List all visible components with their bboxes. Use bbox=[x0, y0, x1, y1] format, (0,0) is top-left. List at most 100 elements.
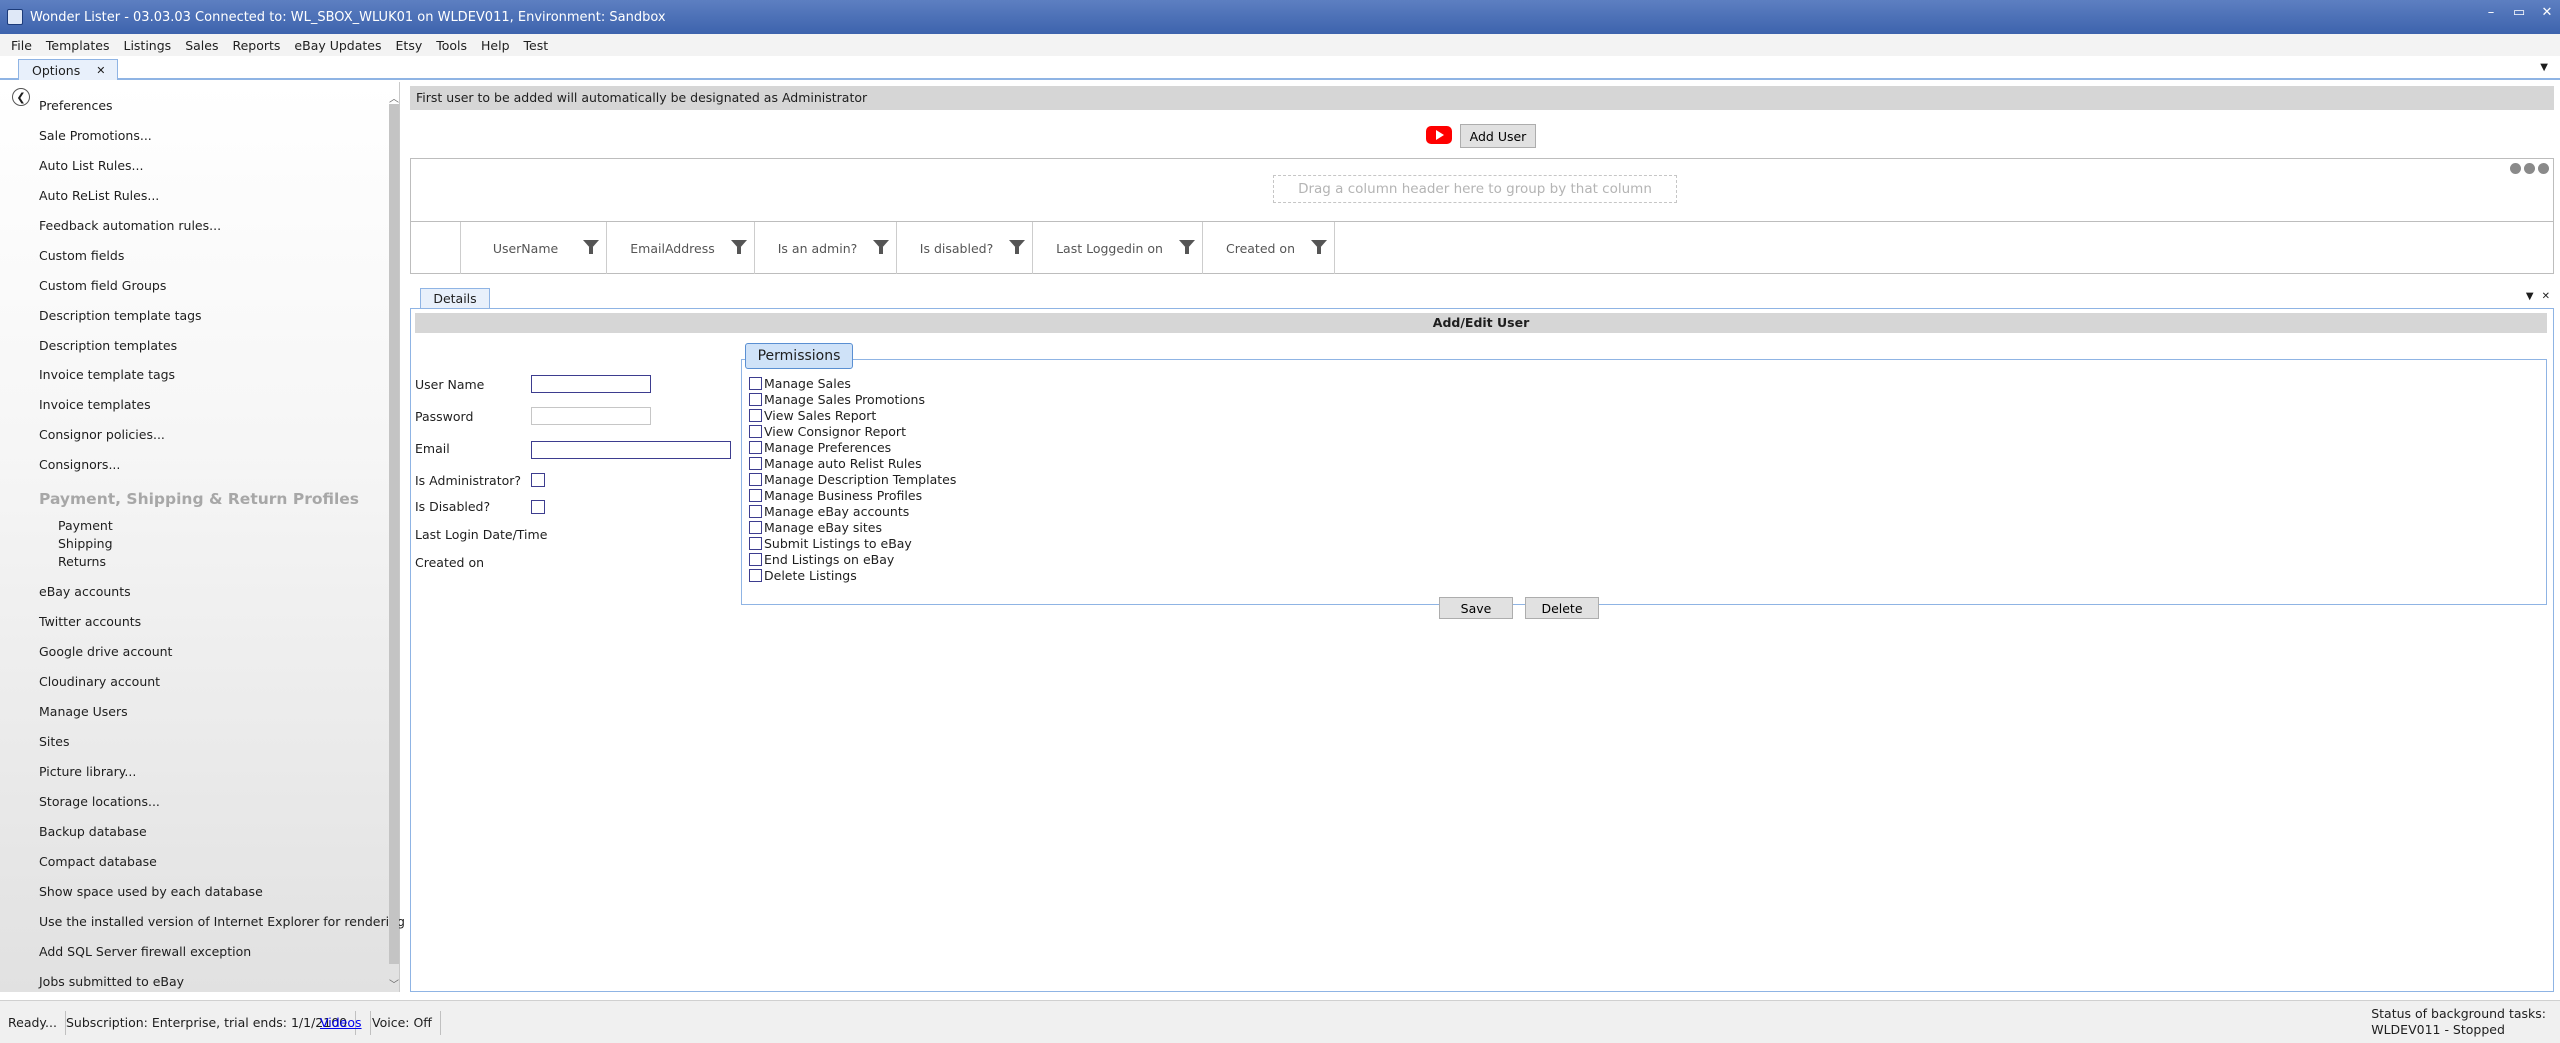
permission-manage-sales[interactable]: Manage Sales bbox=[749, 375, 851, 391]
sidebar-item-manage-users[interactable]: Manage Users bbox=[39, 704, 128, 719]
videos-link[interactable]: Videos bbox=[320, 1015, 362, 1030]
is-admin-checkbox[interactable] bbox=[531, 473, 545, 487]
menu-ebay-updates[interactable]: eBay Updates bbox=[287, 38, 388, 53]
more-options-icon[interactable] bbox=[2510, 163, 2549, 174]
permission-checkbox[interactable] bbox=[749, 376, 762, 390]
permission-manage-auto-relist-rules[interactable]: Manage auto Relist Rules bbox=[749, 455, 922, 471]
sidebar-item-shipping[interactable]: Shipping bbox=[58, 536, 113, 551]
youtube-video-icon[interactable] bbox=[1426, 126, 1452, 144]
permission-checkbox[interactable] bbox=[749, 440, 762, 454]
menu-templates[interactable]: Templates bbox=[39, 38, 117, 53]
menu-test[interactable]: Test bbox=[517, 38, 556, 53]
restore-button[interactable]: ▭ bbox=[2512, 5, 2526, 20]
sidebar-item-jobs-submitted[interactable]: Jobs submitted to eBay bbox=[39, 974, 184, 989]
email-field[interactable] bbox=[531, 441, 731, 459]
column-header-is-admin[interactable]: Is an admin? bbox=[755, 222, 897, 274]
menu-etsy[interactable]: Etsy bbox=[389, 38, 430, 53]
permission-checkbox[interactable] bbox=[749, 552, 762, 566]
group-by-drop-zone[interactable]: Drag a column header here to group by th… bbox=[1273, 175, 1677, 203]
close-icon[interactable]: ✕ bbox=[2542, 291, 2550, 302]
filter-icon[interactable] bbox=[1311, 240, 1327, 254]
permission-manage-description-templates[interactable]: Manage Description Templates bbox=[749, 471, 956, 487]
permission-submit-listings[interactable]: Submit Listings to eBay bbox=[749, 535, 912, 551]
sidebar-item-sale-promotions[interactable]: Sale Promotions... bbox=[39, 128, 152, 143]
sidebar-item-cloudinary[interactable]: Cloudinary account bbox=[39, 674, 160, 689]
menu-listings[interactable]: Listings bbox=[116, 38, 178, 53]
permission-checkbox[interactable] bbox=[749, 536, 762, 550]
permission-checkbox[interactable] bbox=[749, 504, 762, 518]
filter-icon[interactable] bbox=[1009, 240, 1025, 254]
sidebar-item-auto-list-rules[interactable]: Auto List Rules... bbox=[39, 158, 143, 173]
filter-icon[interactable] bbox=[583, 240, 599, 254]
permission-manage-preferences[interactable]: Manage Preferences bbox=[749, 439, 891, 455]
sidebar-item-sql-firewall[interactable]: Add SQL Server firewall exception bbox=[39, 944, 251, 959]
permission-manage-business-profiles[interactable]: Manage Business Profiles bbox=[749, 487, 922, 503]
delete-button[interactable]: Delete bbox=[1525, 597, 1599, 619]
permission-end-listings[interactable]: End Listings on eBay bbox=[749, 551, 894, 567]
permission-checkbox[interactable] bbox=[749, 472, 762, 486]
sidebar-item-description-template-tags[interactable]: Description template tags bbox=[39, 308, 202, 323]
password-field[interactable] bbox=[531, 407, 651, 425]
chevron-down-icon[interactable]: ▼ bbox=[2526, 291, 2534, 302]
permission-checkbox[interactable] bbox=[749, 392, 762, 406]
sidebar-item-internet-explorer[interactable]: Use the installed version of Internet Ex… bbox=[39, 914, 444, 929]
sidebar-item-invoice-templates[interactable]: Invoice templates bbox=[39, 397, 151, 412]
permission-manage-ebay-accounts[interactable]: Manage eBay accounts bbox=[749, 503, 909, 519]
sidebar-item-auto-relist-rules[interactable]: Auto ReList Rules... bbox=[39, 188, 159, 203]
scroll-up-icon[interactable]: ︿ bbox=[388, 90, 400, 105]
scrollbar-thumb[interactable] bbox=[389, 104, 399, 964]
permission-checkbox[interactable] bbox=[749, 408, 762, 422]
sidebar-item-twitter-accounts[interactable]: Twitter accounts bbox=[39, 614, 141, 629]
column-header-created-on[interactable]: Created on bbox=[1203, 222, 1335, 274]
sidebar-item-description-templates[interactable]: Description templates bbox=[39, 338, 177, 353]
filter-icon[interactable] bbox=[1179, 240, 1195, 254]
menu-file[interactable]: File bbox=[4, 38, 39, 53]
permission-delete-listings[interactable]: Delete Listings bbox=[749, 567, 857, 583]
sidebar-scrollbar[interactable]: ︿ ﹀ bbox=[388, 90, 400, 991]
scroll-down-icon[interactable]: ﹀ bbox=[388, 976, 400, 991]
sidebar-item-storage-locations[interactable]: Storage locations... bbox=[39, 794, 160, 809]
menu-help[interactable]: Help bbox=[474, 38, 517, 53]
permission-checkbox[interactable] bbox=[749, 456, 762, 470]
back-arrow-icon[interactable]: ❮ bbox=[12, 88, 30, 106]
sidebar-item-custom-fields[interactable]: Custom fields bbox=[39, 248, 124, 263]
filter-icon[interactable] bbox=[873, 240, 889, 254]
column-header-username[interactable]: UserName bbox=[461, 222, 607, 274]
sidebar-item-custom-field-groups[interactable]: Custom field Groups bbox=[39, 278, 166, 293]
permission-checkbox[interactable] bbox=[749, 424, 762, 438]
permission-manage-ebay-sites[interactable]: Manage eBay sites bbox=[749, 519, 882, 535]
close-icon[interactable]: ✕ bbox=[96, 64, 105, 77]
sidebar-item-sites[interactable]: Sites bbox=[39, 734, 70, 749]
sidebar-item-google-drive[interactable]: Google drive account bbox=[39, 644, 172, 659]
permission-view-consignor-report[interactable]: View Consignor Report bbox=[749, 423, 906, 439]
is-disabled-checkbox[interactable] bbox=[531, 500, 545, 514]
column-header-is-disabled[interactable]: Is disabled? bbox=[897, 222, 1033, 274]
filter-icon[interactable] bbox=[731, 240, 747, 254]
username-field[interactable] bbox=[531, 375, 651, 393]
tab-details[interactable]: Details bbox=[420, 288, 490, 308]
close-button[interactable]: ✕ bbox=[2540, 5, 2554, 20]
column-header-last-loggedin[interactable]: Last Loggedin on bbox=[1033, 222, 1203, 274]
permission-manage-sales-promotions[interactable]: Manage Sales Promotions bbox=[749, 391, 925, 407]
tab-options[interactable]: Options ✕ bbox=[18, 59, 118, 80]
sidebar-item-invoice-template-tags[interactable]: Invoice template tags bbox=[39, 367, 175, 382]
sidebar-item-backup-database[interactable]: Backup database bbox=[39, 824, 147, 839]
chevron-down-icon[interactable]: ▼ bbox=[2540, 62, 2548, 73]
sidebar-item-ebay-accounts[interactable]: eBay accounts bbox=[39, 584, 131, 599]
menu-tools[interactable]: Tools bbox=[429, 38, 474, 53]
save-button[interactable]: Save bbox=[1439, 597, 1513, 619]
add-user-button[interactable]: Add User bbox=[1460, 124, 1536, 148]
sidebar-item-returns[interactable]: Returns bbox=[58, 554, 106, 569]
permission-checkbox[interactable] bbox=[749, 568, 762, 582]
minimize-button[interactable]: – bbox=[2484, 5, 2498, 20]
sidebar-item-show-space[interactable]: Show space used by each database bbox=[39, 884, 263, 899]
menu-sales[interactable]: Sales bbox=[178, 38, 225, 53]
column-header-emailaddress[interactable]: EmailAddress bbox=[607, 222, 755, 274]
sidebar-item-consignors[interactable]: Consignors... bbox=[39, 457, 120, 472]
sidebar-item-consignor-policies[interactable]: Consignor policies... bbox=[39, 427, 165, 442]
permission-checkbox[interactable] bbox=[749, 488, 762, 502]
permission-view-sales-report[interactable]: View Sales Report bbox=[749, 407, 876, 423]
menu-reports[interactable]: Reports bbox=[225, 38, 287, 53]
sidebar-item-compact-database[interactable]: Compact database bbox=[39, 854, 157, 869]
sidebar-item-preferences[interactable]: Preferences bbox=[39, 98, 113, 113]
